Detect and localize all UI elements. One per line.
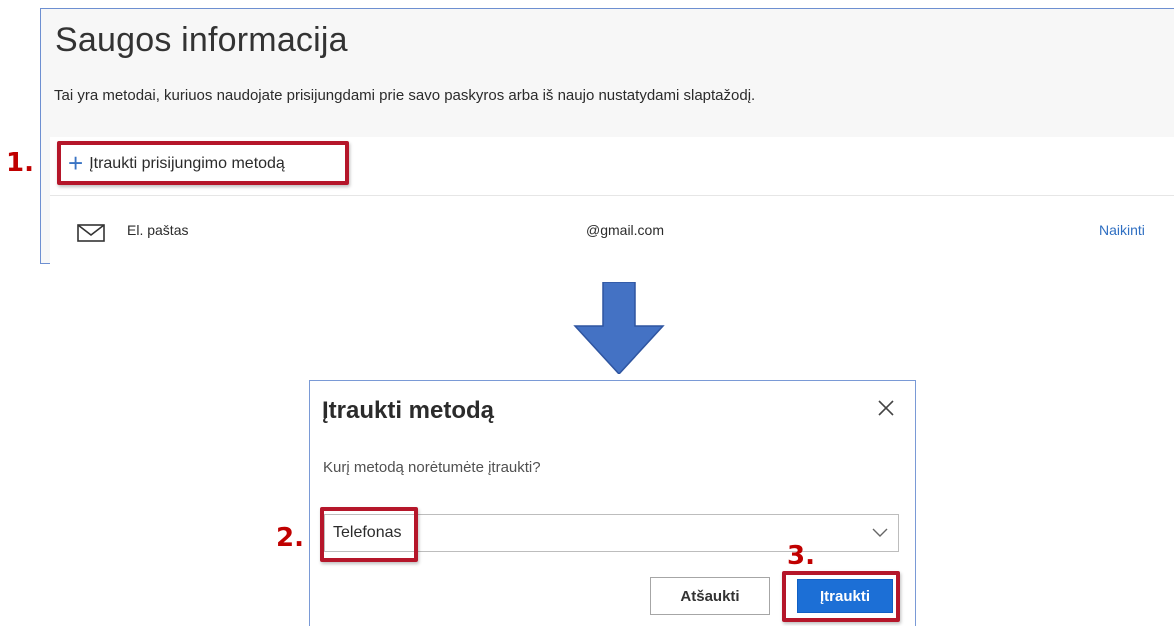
step-1-highlight bbox=[57, 141, 349, 185]
close-icon[interactable] bbox=[875, 397, 897, 419]
step-2-highlight bbox=[320, 507, 418, 562]
step-3-label: 3. bbox=[787, 541, 815, 571]
step-3-highlight bbox=[782, 571, 900, 622]
tutorial-canvas: Saugos informacija Tai yra metodai, kuri… bbox=[0, 0, 1174, 626]
delete-method-link[interactable]: Naikinti bbox=[1099, 222, 1145, 238]
down-arrow-icon bbox=[573, 282, 665, 374]
step-1-label: 1. bbox=[6, 148, 34, 178]
method-name: El. paštas bbox=[127, 222, 189, 238]
dialog-question: Kurį metodą norėtumėte įtraukti? bbox=[323, 459, 541, 476]
page-title: Saugos informacija bbox=[55, 21, 348, 59]
cancel-button[interactable]: Atšaukti bbox=[650, 577, 770, 615]
method-row-email: El. paštas @gmail.com Naikinti bbox=[50, 196, 1174, 264]
security-info-panel: Saugos informacija Tai yra metodai, kuri… bbox=[40, 8, 1174, 264]
dialog-title: Įtraukti metodą bbox=[322, 397, 495, 424]
mail-icon bbox=[77, 224, 105, 242]
page-subtitle: Tai yra metodai, kuriuos naudojate prisi… bbox=[54, 87, 756, 104]
step-2-label: 2. bbox=[276, 523, 304, 553]
method-value: @gmail.com bbox=[586, 222, 665, 238]
chevron-down-icon bbox=[872, 528, 888, 537]
